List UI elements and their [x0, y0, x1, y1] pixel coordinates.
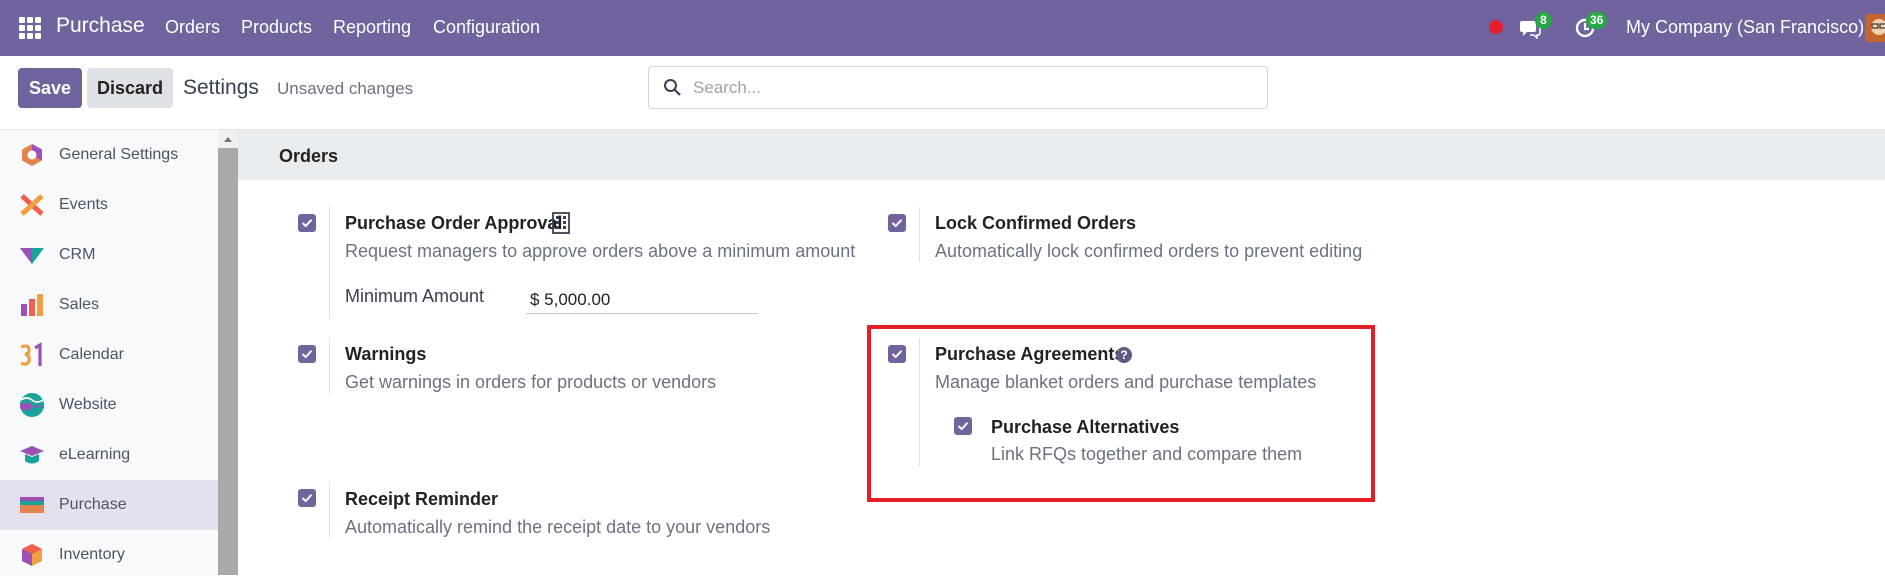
menu-configuration[interactable]: Configuration — [433, 17, 540, 38]
divider — [329, 338, 330, 393]
scroll-up-arrow-icon[interactable] — [218, 130, 238, 148]
elearning-icon — [20, 446, 44, 464]
receipt-reminder-checkbox[interactable] — [298, 489, 316, 507]
company-switcher[interactable]: My Company (San Francisco) — [1626, 17, 1864, 38]
divider — [329, 482, 330, 537]
warnings-description: Get warnings in orders for products or v… — [345, 372, 717, 392]
save-button[interactable]: Save — [18, 68, 82, 108]
sidebar-item-elearning[interactable]: eLearning — [0, 430, 218, 480]
minimum-amount-input[interactable] — [526, 286, 758, 314]
menu-orders[interactable]: Orders — [165, 17, 220, 38]
app-brand[interactable]: Purchase — [56, 14, 145, 38]
sidebar-item-label: Sales — [59, 296, 100, 313]
receipt-reminder-title: Receipt Reminder — [345, 489, 499, 509]
sidebar-item-label: CRM — [59, 246, 96, 263]
warnings-checkbox[interactable] — [298, 345, 316, 363]
search-input[interactable] — [693, 75, 1253, 101]
crm-icon — [20, 248, 44, 264]
warnings-title: Warnings — [345, 344, 427, 364]
sidebar-item-label: Calendar — [59, 346, 124, 363]
enterprise-building-icon — [552, 212, 570, 234]
lock-orders-checkbox[interactable] — [888, 214, 906, 232]
settings-sidebar: General Settings Events CRM Sales Calend… — [0, 130, 218, 575]
calendar-icon — [20, 342, 42, 366]
po-approval-checkbox[interactable] — [298, 214, 316, 232]
sidebar-item-label: Website — [59, 396, 117, 413]
purchase-agreements-checkbox[interactable] — [888, 345, 906, 363]
chat-count-badge: 8 — [1535, 12, 1552, 29]
sidebar-item-general-settings[interactable]: General Settings — [0, 130, 218, 180]
purchase-alternatives-title: Purchase Alternatives — [991, 417, 1180, 437]
divider — [329, 207, 330, 319]
events-icon — [20, 194, 44, 216]
minimum-amount-label: Minimum Amount — [345, 286, 485, 306]
divider — [919, 338, 920, 466]
po-approval-description: Request managers to approve orders above… — [345, 241, 856, 261]
sidebar-item-events[interactable]: Events — [0, 180, 218, 230]
sidebar-scrollbar[interactable] — [218, 130, 238, 575]
page-title: Settings — [183, 76, 259, 99]
discard-button[interactable]: Discard — [87, 68, 173, 108]
po-approval-title: Purchase Order Approval — [345, 213, 563, 233]
sidebar-item-label: eLearning — [59, 446, 131, 463]
sidebar-item-label: Inventory — [59, 546, 125, 563]
app-menu-icon[interactable] — [19, 17, 41, 39]
user-avatar[interactable] — [1865, 14, 1885, 42]
sidebar-item-sales[interactable]: Sales — [0, 280, 218, 330]
section-title: Orders — [279, 146, 339, 166]
purchase-agreements-description: Manage blanket orders and purchase templ… — [935, 372, 1317, 392]
purchase-alternatives-description: Link RFQs together and compare them — [991, 444, 1303, 464]
purchase-agreements-title: Purchase Agreements — [935, 344, 1125, 364]
sidebar-item-crm[interactable]: CRM — [0, 230, 218, 280]
sidebar-item-calendar[interactable]: Calendar — [0, 330, 218, 380]
search-icon — [664, 79, 681, 96]
website-icon — [20, 393, 44, 417]
sales-icon — [21, 294, 43, 316]
sidebar-item-inventory[interactable]: Inventory — [0, 530, 218, 580]
purchase-alternatives-checkbox[interactable] — [954, 417, 972, 435]
lock-orders-title: Lock Confirmed Orders — [935, 213, 1137, 233]
menu-products[interactable]: Products — [241, 17, 312, 38]
sidebar-item-purchase[interactable]: Purchase — [0, 480, 218, 530]
sidebar-item-label: General Settings — [59, 146, 179, 163]
search-box[interactable] — [648, 66, 1268, 109]
activity-count-badge: 36 — [1586, 12, 1608, 29]
top-navbar: Purchase Orders Products Reporting Confi… — [0, 0, 1885, 56]
section-header — [238, 130, 1885, 180]
sidebar-item-label: Events — [59, 196, 108, 213]
help-icon[interactable]: ? — [1116, 347, 1132, 363]
lock-orders-description: Automatically lock confirmed orders to p… — [935, 241, 1363, 261]
sidebar-item-label: Purchase — [59, 496, 127, 513]
sidebar-item-website[interactable]: Website — [0, 380, 218, 430]
purchase-icon — [20, 497, 44, 513]
divider — [919, 207, 920, 262]
general-settings-icon — [22, 144, 42, 166]
menu-reporting[interactable]: Reporting — [333, 17, 411, 38]
recording-indicator-icon[interactable] — [1489, 20, 1503, 34]
unsaved-status: Unsaved changes — [277, 79, 414, 98]
receipt-reminder-description: Automatically remind the receipt date to… — [345, 517, 771, 537]
inventory-icon — [22, 544, 42, 566]
